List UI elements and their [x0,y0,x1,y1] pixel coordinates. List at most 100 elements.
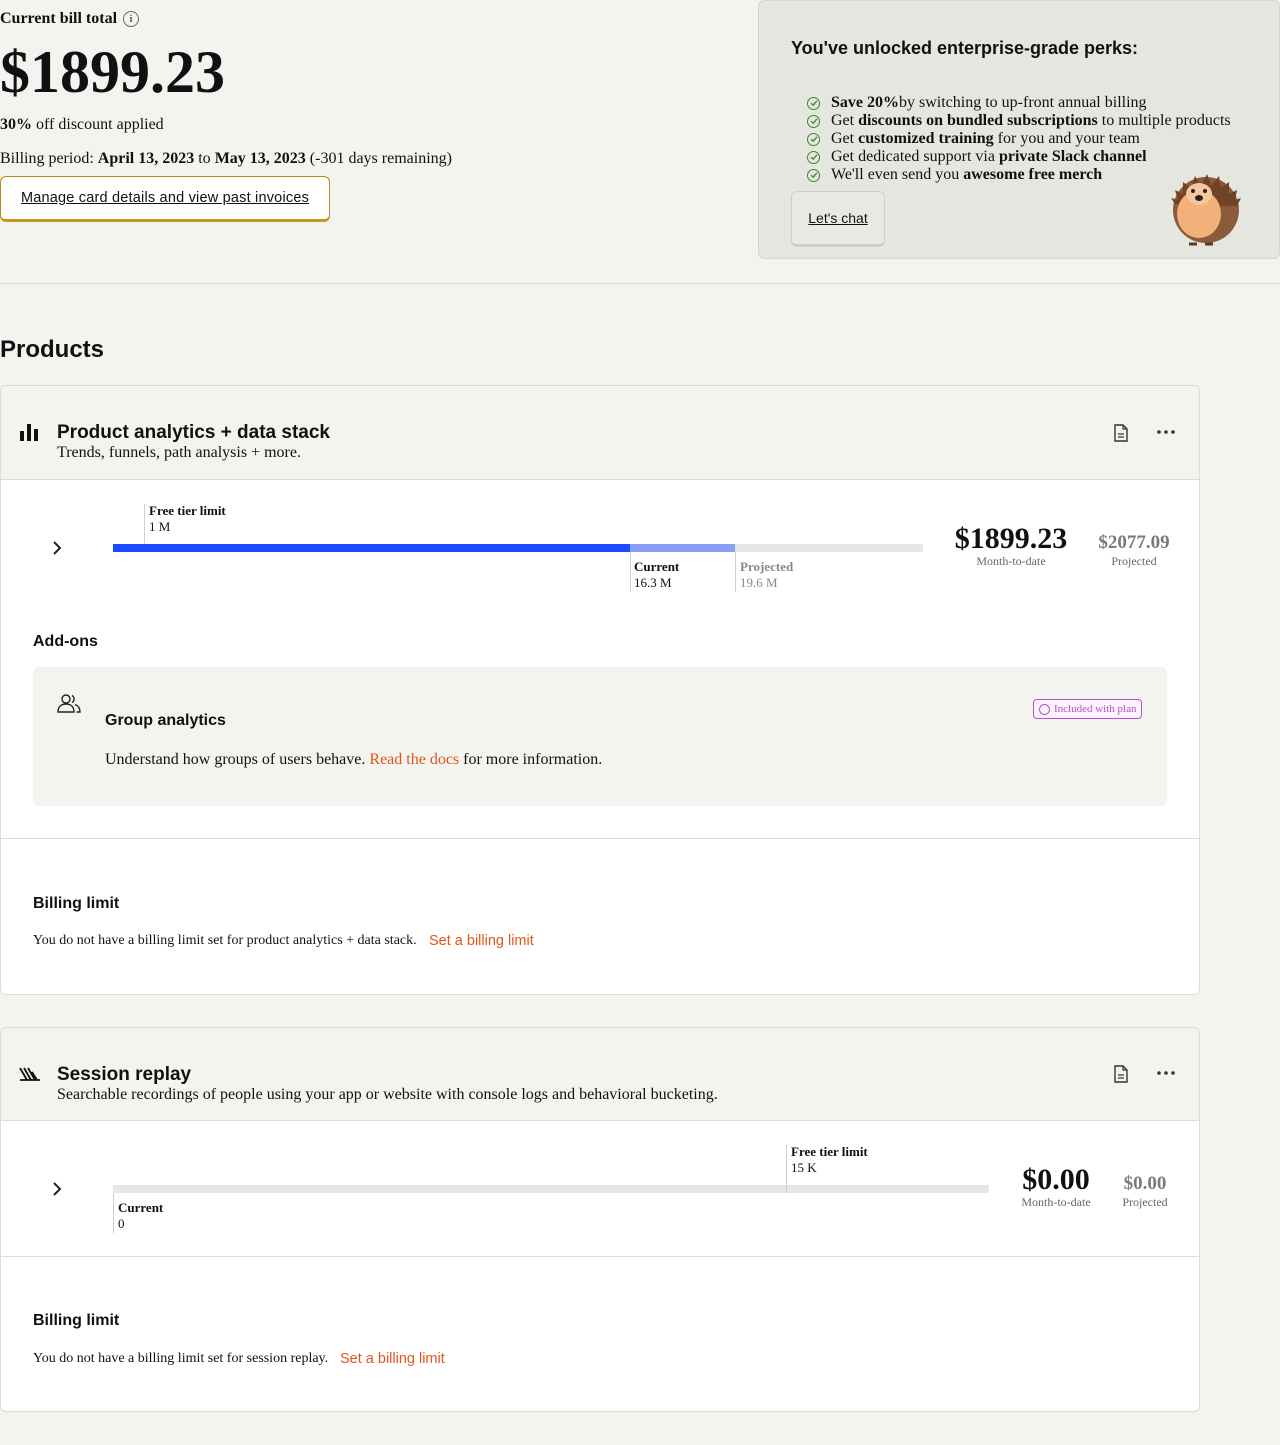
free-tier-tick [786,1145,787,1193]
document-icon[interactable] [1113,1065,1129,1083]
perk-bold: discounts on bundled subscriptions [858,112,1098,129]
projected-label-value: 19.6 M [740,575,778,590]
chevron-right-icon[interactable] [51,1182,63,1196]
period-to: to [194,150,215,167]
perk-post: for you and your team [997,130,1140,147]
free-tier-label-value: 1 M [149,519,171,534]
check-circle-icon [1039,703,1050,715]
current-label: Current 16.3 M [634,559,679,591]
products-title: Products [0,336,105,363]
product-header: Product analytics + data stack Trends, f… [1,386,1199,480]
billing-limit-title: Billing limit [33,1312,120,1329]
free-tier-label-value: 15 K [791,1160,817,1175]
document-icon[interactable] [1113,424,1129,442]
lets-chat-button[interactable]: Let's chat [791,191,885,247]
free-tier-label: Free tier limit 15 K [791,1144,868,1176]
perk-item: Get dedicated support via private Slack … [807,148,1231,166]
bill-total-label: Current bill total i [0,10,140,28]
current-label-title: Current [634,559,680,574]
product-header: Session replay Searchable recordings of … [1,1028,1199,1121]
perk-post: by switching to up-front annual billing [899,94,1147,111]
perks-title: You've unlocked enterprise-grade perks: [791,38,1139,58]
addon-description: Understand how groups of users behave. R… [105,751,602,769]
perk-pre: We'll even send you [831,166,960,183]
session-replay-icon [19,1067,40,1081]
included-badge: Included with plan [1033,699,1143,719]
check-circle-icon [807,114,820,128]
set-billing-limit-link[interactable]: Set a billing limit [340,1351,445,1367]
info-icon[interactable]: i [123,11,140,27]
free-tier-label: Free tier limit 1 M [149,503,226,535]
bar-chart-icon [20,424,38,441]
month-to-date-caption: Month-to-date [1021,1195,1091,1209]
projected-amount: $0.00 [1123,1173,1167,1194]
check-circle-icon [807,168,820,182]
billing-limit-text: You do not have a billing limit set for … [33,933,417,948]
perk-pre: Get [831,112,855,129]
discount-percent: 30% [0,116,32,133]
free-tier-label-title: Free tier limit [149,503,226,518]
period-end: May 13, 2023 [214,150,306,167]
discount-suffix: off discount applied [32,116,164,133]
perk-item: Get discounts on bundled subscriptions t… [807,112,1231,130]
product-name: Product analytics + data stack [57,422,330,443]
current-tick [630,552,631,592]
more-options-icon[interactable] [1156,429,1176,435]
manage-card-button[interactable]: Manage card details and view past invoic… [0,176,330,222]
check-circle-icon [807,150,820,164]
addons-title: Add-ons [33,633,98,650]
perk-pre: Get dedicated support via [831,148,995,165]
read-docs-link[interactable]: Read the docs [369,751,459,768]
perk-item: Save 20% by switching to up-front annual… [807,94,1231,112]
projected-tick [735,552,736,592]
current-tick [113,1193,114,1233]
perk-item: We'll even send you awesome free merch [807,166,1231,184]
period-prefix: Billing period: [0,150,98,167]
bill-total-amount: $1899.23 [0,39,225,105]
perks-panel: You've unlocked enterprise-grade perks: … [758,0,1280,259]
discount-text: 30% off discount applied [0,116,164,134]
free-tier-label-title: Free tier limit [791,1144,868,1159]
billing-limit-text: You do not have a billing limit set for … [33,1351,329,1366]
period-start: April 13, 2023 [97,150,195,167]
perk-bold: private Slack channel [998,148,1147,165]
current-label: Current 0 [118,1200,163,1232]
perk-item: Get customized training for you and your… [807,130,1231,148]
product-card-analytics: Product analytics + data stack Trends, f… [0,385,1200,995]
month-to-date-amount: $0.00 [1022,1163,1090,1196]
current-label-value: 16.3 M [634,575,672,590]
current-label-value: 0 [118,1216,125,1231]
projected-amount-caption: Projected [1122,1195,1168,1209]
free-tier-tick [144,504,145,544]
projected-label-title: Projected [740,559,794,574]
projected-amount-caption: Projected [1111,554,1157,568]
addon-group-analytics: Group analytics Understand how groups of… [33,667,1167,806]
current-label-title: Current [118,1200,164,1215]
addon-name: Group analytics [105,712,226,729]
chevron-right-icon[interactable] [51,541,63,555]
check-circle-icon [807,132,820,146]
included-badge-text: Included with plan [1054,703,1137,715]
product-description: Trends, funnels, path analysis + more. [57,444,301,461]
billing-period: Billing period: April 13, 2023 to May 13… [0,150,452,168]
set-billing-limit-link[interactable]: Set a billing limit [429,933,534,949]
usage-bar-current [113,544,630,552]
month-to-date-amount: $1899.23 [954,522,1068,555]
perk-bold: Save 20% [831,94,899,111]
product-card-session-replay: Session replay Searchable recordings of … [0,1027,1200,1412]
section-divider [0,283,1280,284]
projected-label: Projected 19.6 M [740,559,793,591]
check-circle-icon [807,96,820,110]
hedgehog-mascot-icon [1171,174,1241,246]
perks-list: Save 20% by switching to up-front annual… [807,94,1231,184]
bill-total-label-text: Current bill total [0,10,118,27]
perk-bold: customized training [858,130,994,147]
product-name: Session replay [57,1064,192,1085]
perk-pre: Get [831,130,855,147]
more-options-icon[interactable] [1156,1070,1176,1076]
addon-desc-pre: Understand how groups of users behave. [105,751,370,768]
month-to-date-caption: Month-to-date [976,554,1046,568]
projected-amount: $2077.09 [1098,532,1170,553]
card-separator [1,1256,1199,1257]
addon-desc-post: for more information. [459,751,603,768]
